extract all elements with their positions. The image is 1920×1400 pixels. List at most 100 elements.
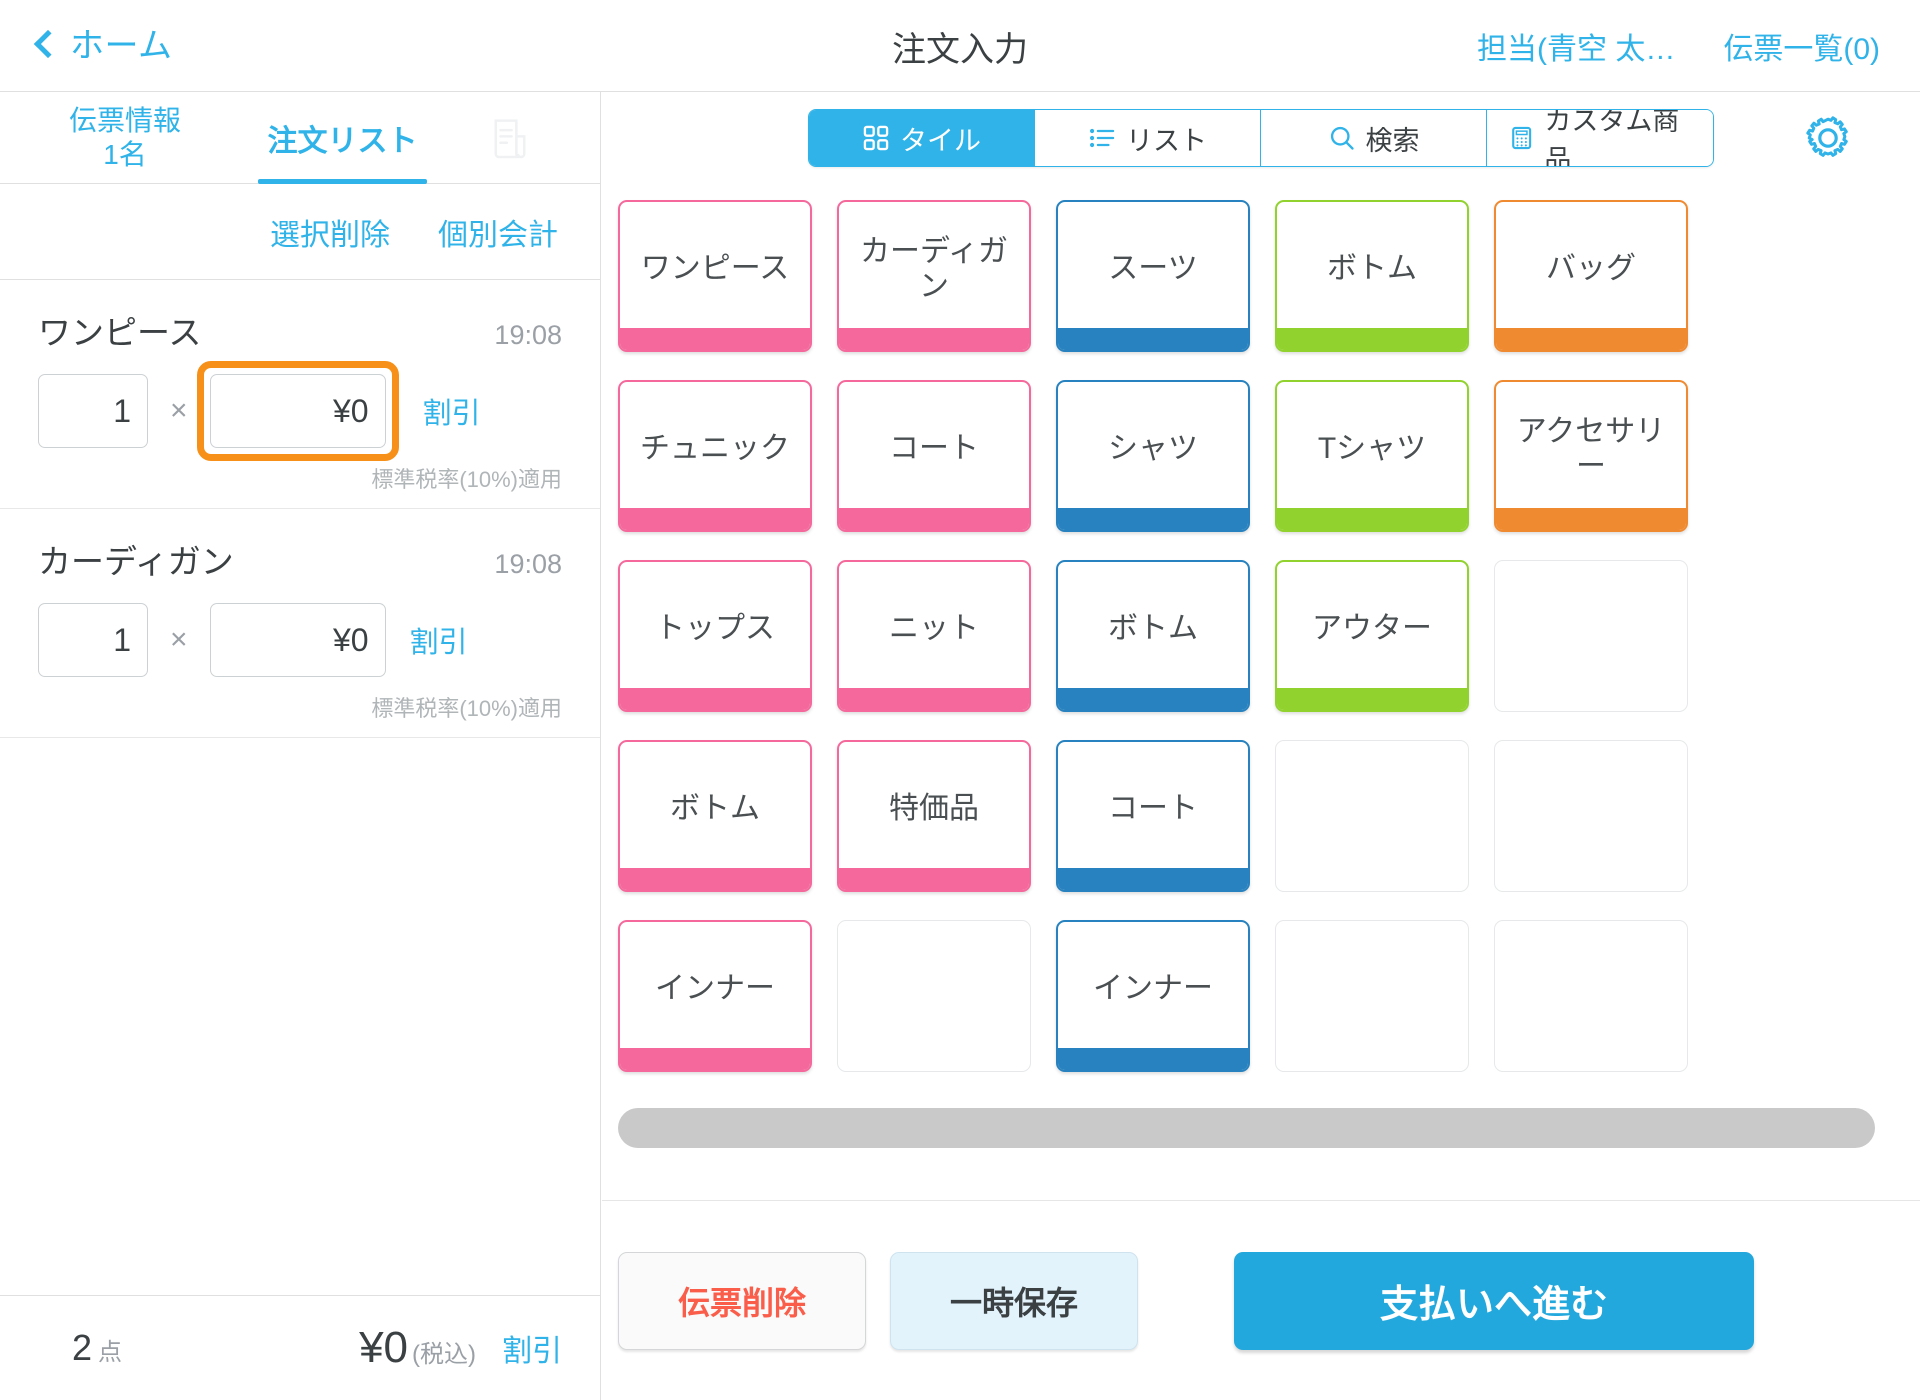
order-item-time: 19:08 (494, 320, 562, 350)
delete-slip-button[interactable]: 伝票削除 (618, 1251, 866, 1350)
multiply-symbol: × (170, 394, 188, 427)
order-item-header: ワンピース 19:08 (38, 306, 562, 354)
product-tile-label: バッグ (1546, 252, 1636, 286)
product-tile[interactable]: インナー (1056, 920, 1250, 1072)
proceed-to-payment-button[interactable]: 支払いへ進む (1234, 1251, 1754, 1350)
product-tile-label: インナー (655, 972, 775, 1006)
product-tile[interactable]: チュニック (618, 380, 812, 532)
order-item-row[interactable]: ワンピース 19:08 1 × ¥0 割引 標準税率(10%)適用 (0, 280, 600, 509)
horizontal-scrollbar[interactable] (618, 1108, 1875, 1148)
product-tile-color-bar (1058, 328, 1248, 350)
product-tile-label: アクセサリー (1516, 414, 1666, 483)
order-item-tax-note: 標準税率(10%)適用 (371, 467, 562, 492)
product-tile[interactable]: バッグ (1494, 200, 1688, 352)
total-count-value: 2 (72, 1327, 93, 1368)
product-tile-label: インナー (1093, 972, 1213, 1006)
product-tile[interactable]: ボトム (1275, 200, 1469, 352)
product-tile[interactable]: コート (1056, 740, 1250, 892)
product-tile[interactable]: アウター (1275, 560, 1469, 712)
staff-selector[interactable]: 担当(青空 太… (1477, 24, 1675, 68)
product-tile-color-bar (1058, 1048, 1248, 1070)
price-input-wrap: ¥0 (209, 603, 386, 677)
item-discount-link[interactable]: 割引 (423, 390, 481, 432)
order-total-bar: 2点 ¥0 (税込) 割引 (0, 1295, 600, 1400)
tab-list-view-label: リスト (1126, 125, 1207, 156)
quantity-input[interactable]: 1 (38, 603, 148, 677)
receipt-icon (494, 118, 526, 158)
product-tile-color-bar (1496, 508, 1686, 530)
product-tile-empty (1494, 740, 1688, 892)
product-tile-label: ボトム (1327, 252, 1417, 286)
product-tile-color-bar (1058, 508, 1248, 530)
product-tile-color-bar (839, 328, 1029, 350)
product-tile[interactable]: インナー (618, 920, 812, 1072)
app-header: ホーム 注文入力 担当(青空 太… 伝票一覧(0) (0, 0, 1920, 92)
tab-receipt[interactable] (435, 92, 585, 184)
product-tile-empty (1494, 920, 1688, 1072)
tab-slip-info[interactable]: 伝票情報 1名 (0, 92, 250, 184)
tab-custom-product[interactable]: カスタム商品 (1487, 110, 1713, 166)
product-tile-color-bar (1277, 688, 1467, 710)
item-discount-link[interactable]: 割引 (410, 619, 468, 661)
order-item-controls: 1 × ¥0 割引 (38, 361, 562, 461)
action-bar: 伝票削除 一時保存 支払いへ進む (602, 1200, 1920, 1400)
price-input[interactable]: ¥0 (209, 603, 386, 677)
slip-list-button[interactable]: 伝票一覧(0) (1723, 24, 1880, 68)
quantity-input[interactable]: 1 (38, 374, 148, 448)
product-tile-color-bar (620, 508, 810, 530)
product-tile-color-bar (1277, 508, 1467, 530)
total-count-unit: 点 (98, 1339, 123, 1366)
product-tile[interactable]: 特価品 (837, 740, 1031, 892)
list-icon (1089, 128, 1115, 148)
product-tile-color-bar (620, 1048, 810, 1070)
product-tile-label: 特価品 (889, 792, 979, 826)
total-count: 2点 (72, 1327, 122, 1369)
product-tile-label: ニット (889, 612, 979, 646)
product-tile-empty (1275, 920, 1469, 1072)
order-item-header: カーディガン 19:08 (38, 535, 562, 583)
price-input[interactable]: ¥0 (209, 374, 386, 448)
product-tile-color-bar (839, 508, 1029, 530)
product-tile-color-bar (1058, 868, 1248, 890)
product-tile[interactable]: スーツ (1056, 200, 1250, 352)
product-tile[interactable]: ニット (837, 560, 1031, 712)
product-tile-color-bar (620, 688, 810, 710)
product-tile-label: カーディガン (860, 234, 1008, 303)
product-tile[interactable]: シャツ (1056, 380, 1250, 532)
tab-slip-info-sub: 1名 (103, 138, 147, 170)
product-tile-grid: ワンピース カーディガン スーツ ボトム バッグ チュニック コート シャツ Tシャツ アクセサリ… (618, 200, 1733, 1100)
product-tile[interactable]: Tシャツ (1275, 380, 1469, 532)
tab-order-list[interactable]: 注文リスト (250, 92, 435, 184)
product-tile[interactable]: アクセサリー (1494, 380, 1688, 532)
tab-search-view[interactable]: 検索 (1261, 110, 1487, 166)
product-tile-color-bar (839, 688, 1029, 710)
product-view-tabs: タイル リスト 検索 カスタム商品 (808, 109, 1714, 167)
product-tile-label: コート (889, 432, 979, 466)
hold-slip-button[interactable]: 一時保存 (890, 1251, 1138, 1350)
individual-checkout-button[interactable]: 個別会計 (438, 210, 558, 254)
grid-icon (863, 125, 889, 151)
order-list-actions: 選択削除 個別会計 (0, 184, 600, 280)
product-tile[interactable]: カーディガン (837, 200, 1031, 352)
order-item-name: ワンピース (38, 314, 202, 351)
settings-button[interactable] (1804, 114, 1852, 167)
calculator-icon (1512, 126, 1532, 150)
tab-list-view[interactable]: リスト (1035, 110, 1261, 166)
delete-selected-button[interactable]: 選択削除 (270, 210, 390, 254)
header-right-actions: 担当(青空 太… 伝票一覧(0) (1477, 24, 1880, 68)
order-item-time: 19:08 (494, 549, 562, 579)
product-tile-label: シャツ (1108, 432, 1198, 466)
product-tile[interactable]: ボトム (1056, 560, 1250, 712)
product-tile[interactable]: トップス (618, 560, 812, 712)
product-tile[interactable]: ワンピース (618, 200, 812, 352)
product-tile-color-bar (620, 328, 810, 350)
product-tile[interactable]: ボトム (618, 740, 812, 892)
total-discount-link[interactable]: 割引 (502, 1326, 562, 1370)
tab-tile-view[interactable]: タイル (809, 110, 1035, 166)
product-tile-color-bar (839, 868, 1029, 890)
search-icon (1330, 126, 1354, 150)
product-tile[interactable]: コート (837, 380, 1031, 532)
tab-slip-info-label: 伝票情報 (68, 105, 181, 137)
total-amount-value: ¥0 (359, 1323, 409, 1372)
order-item-row[interactable]: カーディガン 19:08 1 × ¥0 割引 標準税率(10%)適用 (0, 509, 600, 738)
